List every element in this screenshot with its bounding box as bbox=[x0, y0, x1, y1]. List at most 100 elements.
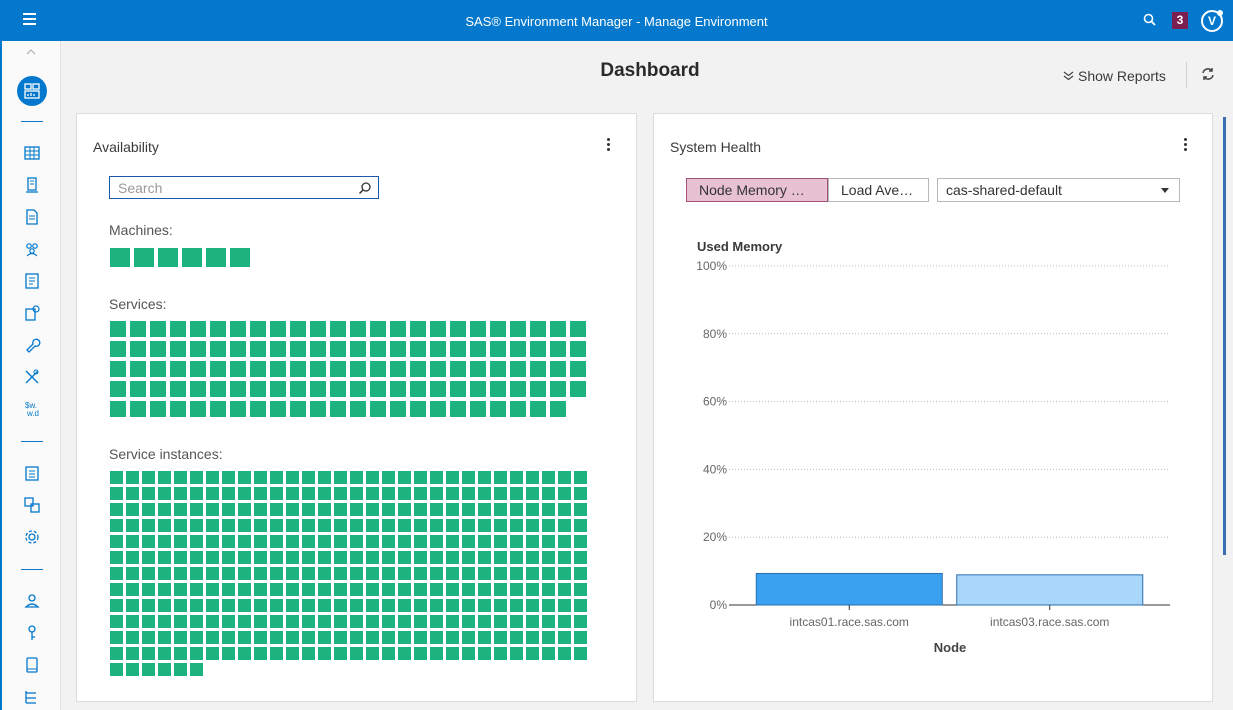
service-status-tile[interactable] bbox=[490, 321, 506, 337]
service-instance-status-tile[interactable] bbox=[142, 567, 155, 580]
service-instance-status-tile[interactable] bbox=[302, 599, 315, 612]
service-instance-status-tile[interactable] bbox=[558, 519, 571, 532]
service-instance-status-tile[interactable] bbox=[286, 567, 299, 580]
service-instance-status-tile[interactable] bbox=[526, 551, 539, 564]
service-instance-status-tile[interactable] bbox=[430, 519, 443, 532]
service-instance-status-tile[interactable] bbox=[366, 519, 379, 532]
service-instance-status-tile[interactable] bbox=[350, 551, 363, 564]
service-instance-status-tile[interactable] bbox=[190, 583, 203, 596]
service-instance-status-tile[interactable] bbox=[334, 567, 347, 580]
dashboard-nav-button[interactable] bbox=[17, 76, 47, 106]
service-instance-status-tile[interactable] bbox=[318, 487, 331, 500]
service-instance-status-tile[interactable] bbox=[254, 567, 267, 580]
service-instance-status-tile[interactable] bbox=[158, 567, 171, 580]
service-instance-status-tile[interactable] bbox=[366, 535, 379, 548]
service-instance-status-tile[interactable] bbox=[270, 471, 283, 484]
service-instance-status-tile[interactable] bbox=[366, 551, 379, 564]
service-instance-status-tile[interactable] bbox=[126, 583, 139, 596]
service-status-tile[interactable] bbox=[350, 361, 366, 377]
service-status-tile[interactable] bbox=[110, 381, 126, 397]
service-status-tile[interactable] bbox=[570, 361, 586, 377]
service-status-tile[interactable] bbox=[210, 381, 226, 397]
machine-status-tile[interactable] bbox=[110, 248, 130, 267]
service-instance-status-tile[interactable] bbox=[446, 567, 459, 580]
service-status-tile[interactable] bbox=[230, 321, 246, 337]
service-instance-status-tile[interactable] bbox=[494, 615, 507, 628]
service-instance-status-tile[interactable] bbox=[238, 583, 251, 596]
service-instance-status-tile[interactable] bbox=[142, 583, 155, 596]
service-instance-status-tile[interactable] bbox=[478, 471, 491, 484]
service-instance-status-tile[interactable] bbox=[430, 487, 443, 500]
service-instance-status-tile[interactable] bbox=[414, 599, 427, 612]
service-instance-status-tile[interactable] bbox=[286, 615, 299, 628]
service-instance-status-tile[interactable] bbox=[110, 471, 123, 484]
service-status-tile[interactable] bbox=[550, 401, 566, 417]
service-instance-status-tile[interactable] bbox=[350, 567, 363, 580]
service-status-tile[interactable] bbox=[130, 321, 146, 337]
service-instance-status-tile[interactable] bbox=[270, 487, 283, 500]
service-instance-status-tile[interactable] bbox=[318, 535, 331, 548]
service-instance-status-tile[interactable] bbox=[446, 503, 459, 516]
service-status-tile[interactable] bbox=[210, 361, 226, 377]
service-instance-status-tile[interactable] bbox=[478, 487, 491, 500]
service-instance-status-tile[interactable] bbox=[270, 599, 283, 612]
service-instance-status-tile[interactable] bbox=[478, 647, 491, 660]
service-instance-status-tile[interactable] bbox=[318, 567, 331, 580]
service-status-tile[interactable] bbox=[290, 361, 306, 377]
service-instance-status-tile[interactable] bbox=[366, 631, 379, 644]
service-instance-status-tile[interactable] bbox=[174, 599, 187, 612]
service-instance-status-tile[interactable] bbox=[574, 599, 587, 612]
service-status-tile[interactable] bbox=[430, 341, 446, 357]
service-instance-status-tile[interactable] bbox=[430, 615, 443, 628]
service-status-tile[interactable] bbox=[150, 381, 166, 397]
service-instance-status-tile[interactable] bbox=[334, 519, 347, 532]
service-instance-status-tile[interactable] bbox=[222, 583, 235, 596]
service-status-tile[interactable] bbox=[310, 341, 326, 357]
grid-server-icon[interactable] bbox=[22, 495, 42, 515]
service-instance-status-tile[interactable] bbox=[158, 615, 171, 628]
service-instance-status-tile[interactable] bbox=[270, 567, 283, 580]
service-status-tile[interactable] bbox=[350, 401, 366, 417]
service-status-tile[interactable] bbox=[490, 361, 506, 377]
service-instance-status-tile[interactable] bbox=[462, 599, 475, 612]
service-instance-status-tile[interactable] bbox=[382, 487, 395, 500]
service-instance-status-tile[interactable] bbox=[142, 631, 155, 644]
service-instance-status-tile[interactable] bbox=[318, 471, 331, 484]
service-instance-status-tile[interactable] bbox=[462, 631, 475, 644]
service-status-tile[interactable] bbox=[510, 341, 526, 357]
service-instance-status-tile[interactable] bbox=[174, 615, 187, 628]
service-instance-status-tile[interactable] bbox=[158, 631, 171, 644]
service-instance-status-tile[interactable] bbox=[334, 471, 347, 484]
document-lock-icon[interactable] bbox=[22, 303, 42, 323]
service-instance-status-tile[interactable] bbox=[174, 471, 187, 484]
chevron-up-icon[interactable] bbox=[26, 49, 36, 55]
service-instance-status-tile[interactable] bbox=[158, 647, 171, 660]
service-status-tile[interactable] bbox=[390, 321, 406, 337]
service-instance-status-tile[interactable] bbox=[334, 535, 347, 548]
service-instance-status-tile[interactable] bbox=[206, 583, 219, 596]
service-status-tile[interactable] bbox=[170, 361, 186, 377]
service-instance-status-tile[interactable] bbox=[398, 487, 411, 500]
service-instance-status-tile[interactable] bbox=[366, 567, 379, 580]
service-instance-status-tile[interactable] bbox=[430, 567, 443, 580]
service-instance-status-tile[interactable] bbox=[206, 519, 219, 532]
machine-status-tile[interactable] bbox=[230, 248, 250, 267]
service-status-tile[interactable] bbox=[470, 401, 486, 417]
service-instance-status-tile[interactable] bbox=[110, 519, 123, 532]
service-instance-status-tile[interactable] bbox=[142, 663, 155, 676]
service-instance-status-tile[interactable] bbox=[446, 631, 459, 644]
service-instance-status-tile[interactable] bbox=[398, 583, 411, 596]
service-status-tile[interactable] bbox=[310, 361, 326, 377]
service-instance-status-tile[interactable] bbox=[398, 503, 411, 516]
service-status-tile[interactable] bbox=[170, 401, 186, 417]
service-status-tile[interactable] bbox=[270, 361, 286, 377]
service-instance-status-tile[interactable] bbox=[462, 583, 475, 596]
service-instance-status-tile[interactable] bbox=[350, 535, 363, 548]
service-instance-status-tile[interactable] bbox=[574, 647, 587, 660]
service-instance-status-tile[interactable] bbox=[142, 535, 155, 548]
service-instance-status-tile[interactable] bbox=[238, 503, 251, 516]
service-status-tile[interactable] bbox=[370, 361, 386, 377]
service-instance-status-tile[interactable] bbox=[398, 599, 411, 612]
service-status-tile[interactable] bbox=[270, 321, 286, 337]
service-status-tile[interactable] bbox=[250, 401, 266, 417]
